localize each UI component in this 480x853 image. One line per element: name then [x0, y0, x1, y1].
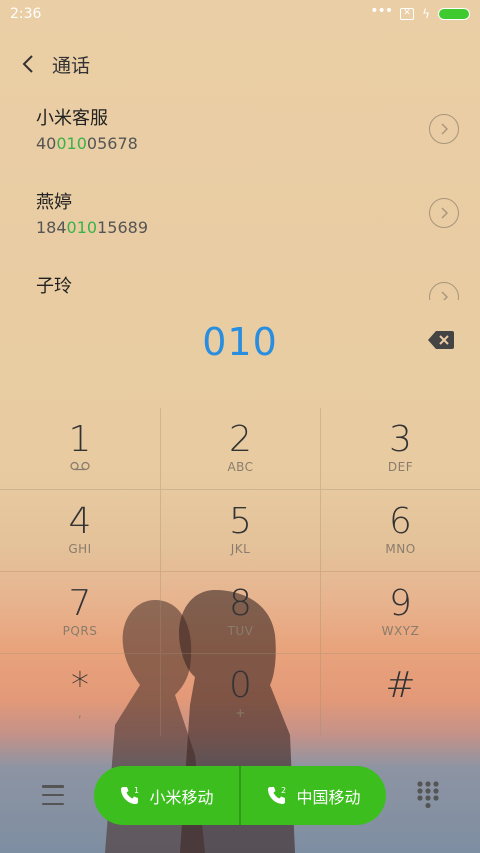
contact-name: 子玲	[36, 276, 72, 297]
key-8[interactable]: 8 TUV	[160, 572, 320, 654]
chevron-right-icon	[441, 123, 448, 135]
contact-detail-button[interactable]	[429, 198, 459, 228]
contact-name: 燕婷	[36, 192, 72, 213]
voicemail-icon	[70, 461, 90, 471]
key-5[interactable]: 5 JKL	[160, 490, 320, 572]
call-button-group: 1 小米移动 2 中国移动	[94, 766, 386, 825]
phone-sim2-icon: 2	[268, 786, 287, 804]
call-sim1-label: 小米移动	[149, 787, 214, 807]
contact-detail-button[interactable]	[429, 114, 459, 144]
page-title: 通话	[52, 54, 91, 77]
menu-button[interactable]	[38, 782, 68, 808]
chevron-left-icon	[22, 55, 33, 73]
dialpad: 1 2 ABC 3 DEF 4 GHI 5 JKL 6 MNO 7 PQRS 8…	[0, 408, 480, 736]
dialed-number[interactable]: 010	[0, 320, 480, 364]
contact-suggestions-list: 小米客服 4001005678 燕婷 18401015689 子玲	[0, 90, 480, 300]
contact-number: 4001005678	[36, 134, 138, 153]
key-7[interactable]: 7 PQRS	[0, 572, 160, 654]
menu-icon-line	[42, 785, 64, 788]
contact-number: 18401015689	[36, 218, 148, 237]
key-hash[interactable]: #	[320, 654, 480, 736]
contact-item[interactable]: 燕婷 18401015689	[0, 174, 480, 258]
more-dots-icon: •••	[370, 3, 393, 19]
key-star[interactable]: * ,	[0, 654, 160, 736]
battery-icon	[438, 8, 470, 20]
menu-icon-line	[42, 793, 64, 797]
svg-text:2: 2	[281, 786, 286, 795]
chevron-right-icon	[441, 291, 448, 300]
key-3[interactable]: 3 DEF	[320, 408, 480, 490]
call-sim2-label: 中国移动	[296, 787, 361, 807]
contact-item[interactable]: 子玲	[0, 258, 480, 300]
svg-text:1: 1	[134, 786, 139, 795]
key-0[interactable]: 0 +	[160, 654, 320, 736]
backspace-icon[interactable]	[428, 330, 454, 350]
bottom-bar: 1 小米移动 2 中国移动	[0, 766, 480, 826]
key-4[interactable]: 4 GHI	[0, 490, 160, 572]
chevron-right-icon	[441, 207, 448, 219]
header: 通话	[0, 44, 480, 84]
key-9[interactable]: 9 WXYZ	[320, 572, 480, 654]
key-1[interactable]: 1	[0, 408, 160, 490]
phone-sim1-icon: 1	[121, 786, 140, 804]
key-6[interactable]: 6 MNO	[320, 490, 480, 572]
call-sim2-button[interactable]: 2 中国移动	[239, 766, 386, 825]
menu-icon-line	[42, 802, 64, 805]
back-button[interactable]	[0, 44, 56, 84]
dialpad-toggle-icon[interactable]	[416, 780, 440, 810]
call-sim1-button[interactable]: 1 小米移动	[94, 766, 239, 825]
status-bar: 2:36 ••• ✕ ϟ	[0, 0, 480, 28]
contact-item[interactable]: 小米客服 4001005678	[0, 90, 480, 174]
no-sim-icon: ✕	[400, 8, 415, 20]
key-2[interactable]: 2 ABC	[160, 408, 320, 490]
charging-icon: ϟ	[422, 7, 430, 21]
status-time: 2:36	[10, 6, 42, 22]
dial-input-row: 010	[0, 310, 480, 376]
contact-name: 小米客服	[36, 108, 108, 129]
